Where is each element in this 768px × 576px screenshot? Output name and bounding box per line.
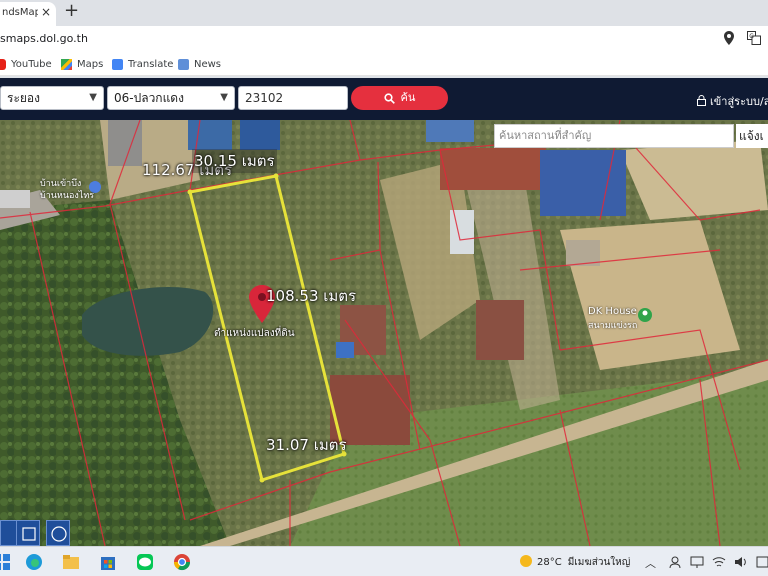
people-icon[interactable] — [668, 555, 682, 569]
maps-icon — [61, 58, 72, 70]
weather-condition: มีเมฆส่วนใหญ่ — [567, 557, 631, 568]
notify-button[interactable]: แจ้งเ — [736, 124, 768, 148]
parcel-marker-label: ตำแหน่งแปลงที่ดิน — [214, 328, 295, 339]
dimension-label-right: 108.53 เมตร — [266, 287, 357, 305]
url-field[interactable]: smaps.dol.go.th — [0, 32, 88, 45]
circle-icon — [51, 526, 67, 542]
screen: ndsMaps × + smaps.dol.go.th G YouTube Ma… — [0, 0, 768, 576]
translate-icon — [112, 58, 123, 70]
translate-page-icon[interactable]: G — [747, 31, 761, 45]
news-icon — [178, 58, 189, 70]
display-icon[interactable] — [690, 555, 704, 569]
youtube-icon — [0, 58, 6, 70]
site-header: ระยอง ▼ 06-ปลวกแดง ▼ 23102 ค้น เข้าสู่ระ… — [0, 78, 768, 120]
province-value: ระยอง — [7, 91, 40, 105]
search-button[interactable]: ค้น — [351, 86, 448, 110]
taskbar: 28°C มีเมฆส่วนใหญ่ ︿ — [0, 546, 768, 576]
place-search-input[interactable]: ค้นหาสถานที่สำคัญ — [494, 124, 734, 148]
bookmark-label: News — [194, 58, 222, 70]
bookmark-label: Translate — [128, 58, 174, 70]
bookmark-news[interactable]: News — [178, 56, 221, 72]
bookmark-youtube[interactable]: YouTube — [0, 56, 52, 72]
poi-village-sublabel: บ้านหนองไทร — [40, 191, 95, 201]
browser-tab-strip: ndsMaps × + — [0, 0, 768, 26]
bookmarks-bar: YouTube Maps Translate News — [0, 52, 768, 76]
province-select[interactable]: ระยอง ▼ — [0, 86, 104, 110]
district-select[interactable]: 06-ปลวกแดง ▼ — [107, 86, 235, 110]
location-icon[interactable] — [724, 31, 734, 45]
store-icon[interactable] — [98, 552, 118, 572]
wifi-icon[interactable] — [712, 555, 726, 569]
edge-icon[interactable] — [24, 552, 44, 572]
satellite-map[interactable]: ค้นหาสถานที่สำคัญ แจ้งเ 112.67 เมตร 30.1… — [0, 120, 768, 546]
map-marker-icon[interactable] — [249, 285, 275, 323]
tray-chevron-icon[interactable]: ︿ — [645, 555, 656, 571]
address-bar: smaps.dol.go.th G — [0, 26, 768, 52]
line-icon[interactable] — [135, 552, 155, 572]
satellite-imagery — [0, 120, 768, 546]
district-value: 06-ปลวกแดง — [114, 91, 184, 105]
temperature: 28°C — [537, 557, 562, 568]
map-drawing-tools — [0, 520, 74, 546]
chevron-down-icon: ▼ — [220, 92, 228, 103]
login-label: เข้าสู่ระบบ/ล — [710, 95, 768, 108]
browser-tab[interactable]: ndsMaps × — [0, 2, 56, 26]
polygon-icon — [22, 527, 36, 541]
poi-shop-label[interactable]: DK House — [588, 306, 637, 317]
language-icon[interactable] — [756, 555, 768, 569]
search-button-label: ค้น — [400, 91, 416, 104]
search-icon — [383, 92, 395, 104]
bookmark-maps[interactable]: Maps — [61, 56, 103, 72]
lock-icon — [697, 95, 706, 106]
bookmark-label: YouTube — [11, 58, 52, 70]
poi-shop-sublabel: สนามแข่งรถ — [588, 321, 638, 331]
draw-circle-tool[interactable] — [46, 520, 70, 546]
postal-code-input[interactable]: 23102 — [238, 86, 348, 110]
dimension-label-top: 30.15 เมตร — [192, 149, 277, 173]
dimension-label-bottom: 31.07 เมตร — [266, 436, 347, 454]
tab-title: ndsMaps — [2, 7, 38, 18]
draw-polygon-tool[interactable] — [16, 520, 40, 546]
file-explorer-icon[interactable] — [61, 552, 81, 572]
login-link[interactable]: เข้าสู่ระบบ/ล — [697, 92, 768, 110]
svg-text:G: G — [749, 33, 754, 40]
chrome-icon[interactable] — [172, 552, 192, 572]
new-tab-button[interactable]: + — [64, 0, 79, 21]
weather-icon — [520, 555, 532, 567]
bookmark-label: Maps — [77, 58, 104, 70]
weather-widget[interactable]: 28°C มีเมฆส่วนใหญ่ — [520, 555, 630, 570]
tab-close-icon[interactable]: × — [41, 5, 51, 19]
bookmark-translate[interactable]: Translate — [112, 56, 173, 72]
chevron-down-icon: ▼ — [89, 92, 97, 103]
start-icon[interactable] — [0, 552, 12, 572]
volume-icon[interactable] — [734, 555, 748, 569]
